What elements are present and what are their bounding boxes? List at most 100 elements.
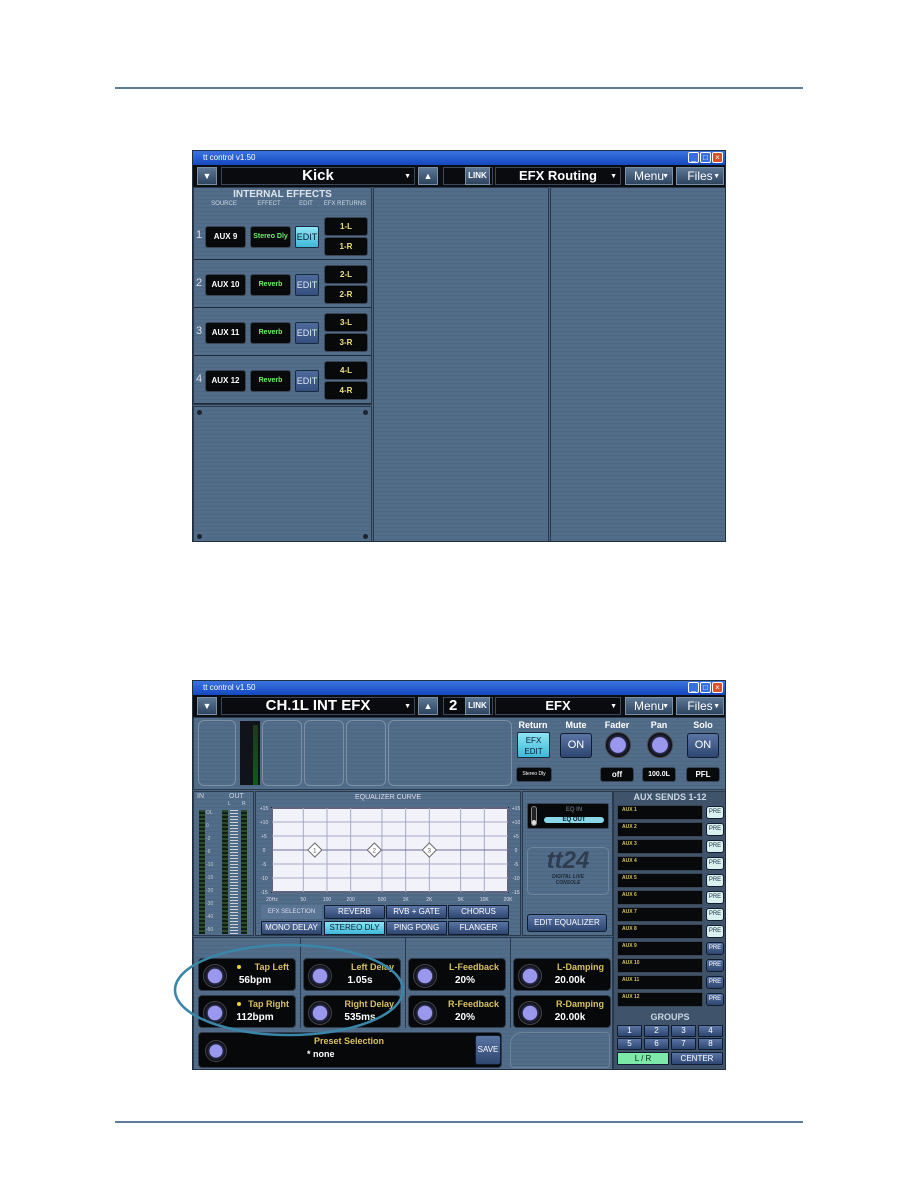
- files-button[interactable]: Files ▼: [676, 167, 724, 185]
- eq-in-out-switch[interactable]: EQ IN EQ OUT: [527, 803, 609, 829]
- param-r-feedback[interactable]: R-Feedback 20%: [408, 995, 506, 1028]
- pan-knob[interactable]: [647, 732, 673, 758]
- source-select[interactable]: AUX 11: [205, 322, 246, 344]
- aux-pre-button[interactable]: PRE: [706, 874, 724, 887]
- aux-pre-button[interactable]: PRE: [706, 976, 724, 989]
- aux-send-level[interactable]: AUX 2: [617, 822, 703, 837]
- aux-pre-button[interactable]: PRE: [706, 840, 724, 853]
- aux-send-level[interactable]: AUX 9: [617, 941, 703, 956]
- menu-button[interactable]: Menu ▼: [625, 167, 673, 185]
- maximize-icon[interactable]: □: [700, 682, 711, 693]
- group-button-7[interactable]: 7: [671, 1038, 696, 1050]
- aux-send-level[interactable]: AUX 12: [617, 992, 703, 1007]
- edit-button[interactable]: EDIT: [295, 370, 319, 392]
- channel-select[interactable]: Kick ▼: [221, 167, 415, 185]
- channel-select[interactable]: CH.1L INT EFX ▼: [221, 697, 415, 715]
- link-button[interactable]: LINK: [465, 697, 490, 715]
- files-button[interactable]: Files ▼: [676, 697, 724, 715]
- edit-equalizer-button[interactable]: EDIT EQUALIZER: [527, 914, 607, 932]
- efx-button-stereo-dly[interactable]: STEREO DLY: [324, 921, 385, 935]
- aux-pre-button[interactable]: PRE: [706, 806, 724, 819]
- preset-selection[interactable]: Preset Selection * none SAVE: [198, 1032, 502, 1068]
- link-button[interactable]: LINK: [465, 167, 490, 185]
- save-button[interactable]: SAVE: [475, 1035, 501, 1065]
- edit-button[interactable]: EDIT: [295, 226, 319, 248]
- efx-button-flanger[interactable]: FLANGER: [448, 921, 509, 935]
- efx-button-reverb[interactable]: REVERB: [324, 905, 385, 919]
- aux-send-level[interactable]: AUX 3: [617, 839, 703, 854]
- view-select[interactable]: EFX ▼: [495, 697, 621, 715]
- source-select[interactable]: AUX 9: [205, 226, 246, 248]
- aux-pre-button[interactable]: PRE: [706, 993, 724, 1006]
- aux-send-level[interactable]: AUX 1: [617, 805, 703, 820]
- close-icon[interactable]: ×: [712, 152, 723, 163]
- aux-pre-button[interactable]: PRE: [706, 942, 724, 955]
- param-knob[interactable]: [413, 964, 437, 988]
- param-knob[interactable]: [518, 1001, 542, 1025]
- aux-send-level[interactable]: AUX 6: [617, 890, 703, 905]
- param-tap-right[interactable]: Tap Right 112bpm: [198, 995, 296, 1028]
- param-knob[interactable]: [518, 964, 542, 988]
- return-left-button[interactable]: 4-L: [324, 361, 368, 380]
- group-center-button[interactable]: CENTER: [671, 1052, 723, 1065]
- param-knob[interactable]: [203, 1001, 227, 1025]
- mute-button[interactable]: ON: [560, 733, 592, 758]
- aux-pre-button[interactable]: PRE: [706, 857, 724, 870]
- return-left-button[interactable]: 1-L: [324, 217, 368, 236]
- aux-pre-button[interactable]: PRE: [706, 959, 724, 972]
- close-icon[interactable]: ×: [712, 682, 723, 693]
- aux-pre-button[interactable]: PRE: [706, 891, 724, 904]
- minimize-icon[interactable]: _: [688, 682, 699, 693]
- effect-select[interactable]: Reverb: [250, 274, 291, 296]
- efx-button-mono-delay[interactable]: MONO DELAY: [261, 921, 322, 935]
- param-knob[interactable]: [308, 964, 332, 988]
- fader-knob[interactable]: [605, 732, 631, 758]
- group-button-8[interactable]: 8: [698, 1038, 723, 1050]
- next-channel-button[interactable]: ▲: [418, 697, 438, 715]
- return-left-button[interactable]: 3-L: [324, 313, 368, 332]
- next-channel-button[interactable]: ▲: [418, 167, 438, 185]
- aux-pre-button[interactable]: PRE: [706, 823, 724, 836]
- aux-send-level[interactable]: AUX 10: [617, 958, 703, 973]
- aux-send-level[interactable]: AUX 11: [617, 975, 703, 990]
- edit-button[interactable]: EDIT: [295, 322, 319, 344]
- group-button-3[interactable]: 3: [671, 1025, 696, 1037]
- prev-channel-button[interactable]: ▼: [197, 167, 217, 185]
- source-select[interactable]: AUX 12: [205, 370, 246, 392]
- solo-button[interactable]: ON: [687, 733, 719, 758]
- aux-pre-button[interactable]: PRE: [706, 925, 724, 938]
- aux-send-level[interactable]: AUX 8: [617, 924, 703, 939]
- maximize-icon[interactable]: □: [700, 152, 711, 163]
- param-r-damping[interactable]: R-Damping 20.00k: [513, 995, 611, 1028]
- group-lr-button[interactable]: L / R: [617, 1052, 669, 1065]
- efx-edit-button[interactable]: EFX EDIT: [517, 732, 550, 758]
- param-l-damping[interactable]: L-Damping 20.00k: [513, 958, 611, 991]
- param-l-feedback[interactable]: L-Feedback 20%: [408, 958, 506, 991]
- edit-button[interactable]: EDIT: [295, 274, 319, 296]
- menu-button[interactable]: Menu ▼: [625, 697, 673, 715]
- minimize-icon[interactable]: _: [688, 152, 699, 163]
- effect-select[interactable]: Reverb: [250, 322, 291, 344]
- preset-knob[interactable]: [205, 1040, 227, 1062]
- view-select[interactable]: EFX Routing ▼: [495, 167, 621, 185]
- return-left-button[interactable]: 2-L: [324, 265, 368, 284]
- return-right-button[interactable]: 3-R: [324, 333, 368, 352]
- param-right-delay[interactable]: Right Delay 535ms: [303, 995, 401, 1028]
- aux-send-level[interactable]: AUX 5: [617, 873, 703, 888]
- eq-curve-graph[interactable]: 20Hz 50 100 200 500 1K 2K 5K 10K 20K +15 +15 +10 +10 +…: [256, 804, 522, 904]
- aux-send-level[interactable]: AUX 4: [617, 856, 703, 871]
- group-button-2[interactable]: 2: [644, 1025, 669, 1037]
- return-right-button[interactable]: 2-R: [324, 285, 368, 304]
- prev-channel-button[interactable]: ▼: [197, 697, 217, 715]
- param-knob[interactable]: [308, 1001, 332, 1025]
- efx-button-chorus[interactable]: CHORUS: [448, 905, 509, 919]
- param-knob[interactable]: [203, 964, 227, 988]
- aux-pre-button[interactable]: PRE: [706, 908, 724, 921]
- effect-select[interactable]: Reverb: [250, 370, 291, 392]
- param-tap-left[interactable]: Tap Left 56bpm: [198, 958, 296, 991]
- return-right-button[interactable]: 1-R: [324, 237, 368, 256]
- source-select[interactable]: AUX 10: [205, 274, 246, 296]
- group-button-5[interactable]: 5: [617, 1038, 642, 1050]
- group-button-4[interactable]: 4: [698, 1025, 723, 1037]
- param-knob[interactable]: [413, 1001, 437, 1025]
